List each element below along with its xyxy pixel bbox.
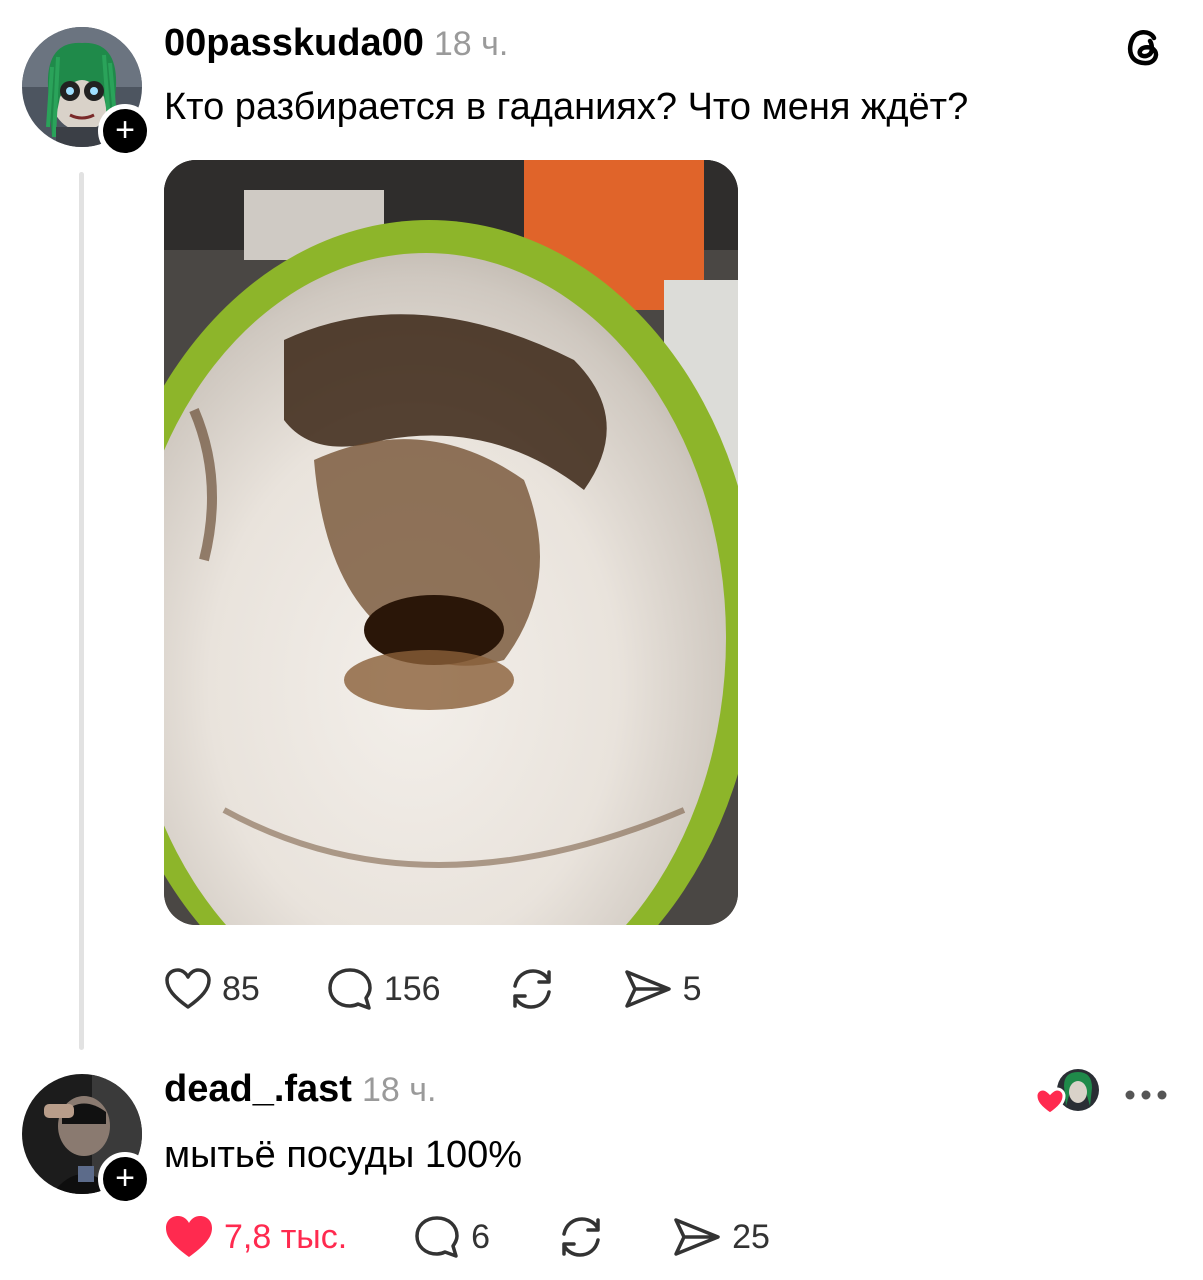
more-icon[interactable] [1124, 1072, 1168, 1111]
post-photo[interactable] [164, 160, 738, 925]
post: + 00passkuda00 18 ч. Кто разбирается в га… [0, 0, 1203, 1060]
comment-icon [415, 1216, 459, 1258]
comment-button[interactable]: 6 [413, 1214, 490, 1260]
comment-button[interactable]: 156 [326, 966, 441, 1012]
reply-header: dead_.fast 18 ч. [164, 1068, 436, 1111]
post-username[interactable]: 00passkuda00 [164, 22, 424, 64]
heart-filled-icon [166, 1216, 212, 1257]
repost-button[interactable] [556, 1214, 606, 1260]
comment-count: 156 [383, 969, 441, 1008]
reply: + dead_.fast 18 ч. мытьё посуды 100% 7,8 … [0, 1060, 1203, 1280]
comment-count: 6 [471, 1217, 491, 1256]
repost-icon [512, 969, 551, 1009]
liked-by-author-icon [1034, 1066, 1104, 1122]
post-header: 00passkuda00 18 ч. [164, 22, 508, 65]
reply-actions: 7,8 тыс. 6 25 [164, 1214, 770, 1260]
thread-line [79, 172, 84, 1050]
post-text: Кто разбирается в гаданиях? Что меня ждё… [164, 86, 969, 128]
heart-icon [165, 968, 211, 1009]
reply-username[interactable]: dead_.fast [164, 1068, 352, 1110]
repost-icon [562, 1217, 600, 1257]
repost-button[interactable] [507, 966, 557, 1012]
share-icon [674, 1218, 720, 1256]
comment-icon [328, 968, 372, 1010]
follow-plus-button[interactable]: + [98, 1152, 152, 1206]
plus-icon: + [115, 111, 135, 149]
post-actions: 85 156 5 [164, 966, 701, 1012]
like-count: 7,8 тыс. [224, 1217, 348, 1256]
share-button[interactable]: 25 [672, 1216, 770, 1258]
post-time: 18 ч. [433, 25, 509, 63]
reply-time: 18 ч. [361, 1071, 437, 1109]
share-button[interactable]: 5 [623, 968, 702, 1010]
follow-plus-button[interactable]: + [98, 104, 152, 158]
plus-icon: + [115, 1159, 135, 1197]
threads-logo-icon[interactable] [1122, 24, 1166, 68]
like-count: 85 [222, 969, 260, 1008]
like-button[interactable]: 85 [164, 967, 260, 1011]
like-button[interactable]: 7,8 тыс. [164, 1214, 347, 1260]
share-count: 5 [682, 969, 702, 1008]
reply-text: мытьё посуды 100% [164, 1134, 523, 1176]
coffee-cup-image [164, 160, 738, 925]
share-icon [624, 970, 671, 1008]
share-count: 25 [732, 1217, 770, 1256]
